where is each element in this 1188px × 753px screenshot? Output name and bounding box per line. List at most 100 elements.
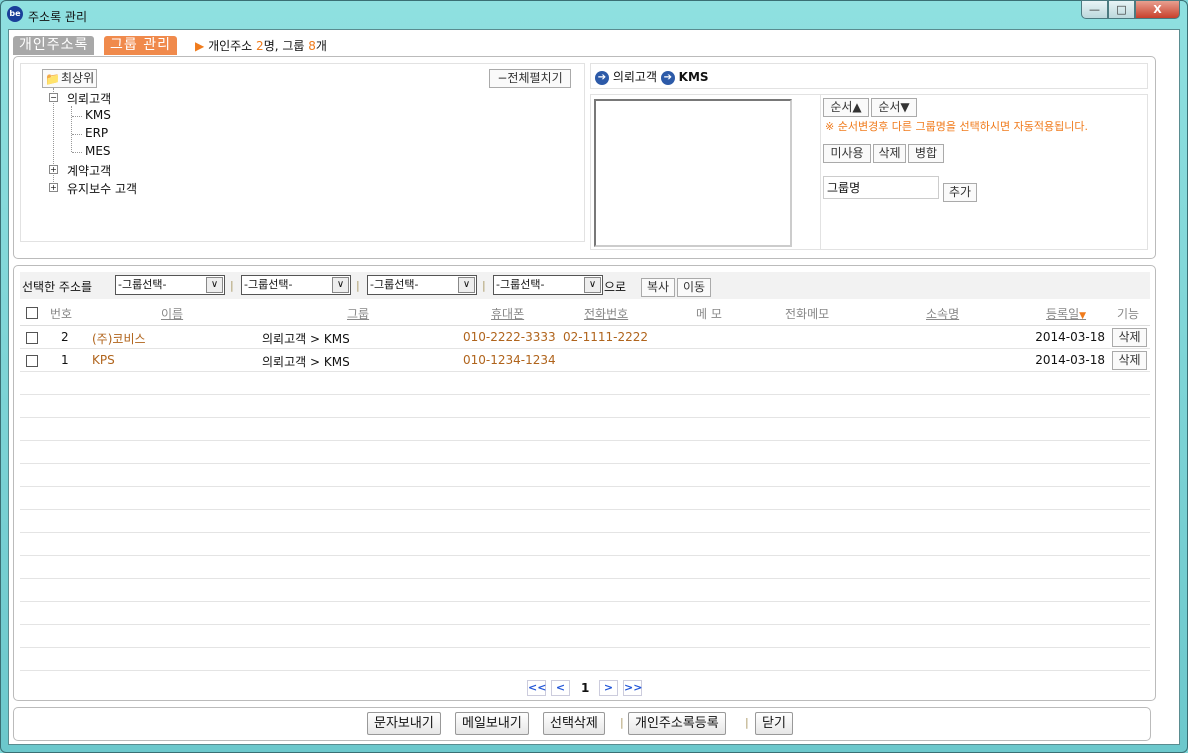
table-row[interactable]: 1 KPS 의뢰고객 > KMS 010-1234-1234 2014-03-1… [20,349,1150,372]
empty-row [20,487,1150,510]
collapse-icon[interactable]: − [49,93,58,102]
separator: | [482,279,486,292]
row-delete-button[interactable]: 삭제 [1112,328,1147,347]
separator: | [745,716,749,729]
play-icon: ▶ [195,39,205,53]
row-date: 2014-03-18 [1035,330,1105,344]
row-group: 의뢰고객 > KMS [262,332,350,346]
row-date: 2014-03-18 [1035,353,1105,367]
tree-node-uiroe[interactable]: 의뢰고객 [67,90,111,107]
tree-line [71,106,72,152]
order-down-button[interactable]: 순서▼ [871,98,917,117]
tree-node-mes[interactable]: MES [85,144,111,158]
group-select-1[interactable]: -그룹선택- ∨ [115,275,225,295]
row-mobile: 010-1234-1234 [463,353,556,367]
empty-row [20,441,1150,464]
subgroup-listbox[interactable] [594,99,792,247]
group-name-input[interactable]: 그룹명 [823,176,939,199]
separator: | [620,716,624,729]
window-title: 주소록 관리 [28,10,88,24]
row-name[interactable]: KPS [92,353,115,367]
empty-row [20,533,1150,556]
select-all-checkbox[interactable] [26,307,38,319]
folder-up-icon: 📁 [45,72,60,86]
breadcrumb: ➔ 의뢰고객 ➔ KMS [590,63,1148,89]
col-phone-memo: 전화메모 [785,307,830,321]
col-name[interactable]: 이름 [161,305,183,322]
send-mail-button[interactable]: 메일보내기 [455,712,529,735]
current-page: 1 [581,681,590,695]
merge-button[interactable]: 병합 [908,144,944,163]
row-checkbox[interactable] [26,355,38,367]
col-mobile[interactable]: 휴대폰 [491,305,524,322]
arrow-right-icon: ➔ [660,70,675,85]
empty-row [20,602,1150,625]
col-no: 번호 [50,307,73,321]
expand-icon[interactable]: + [49,165,58,174]
col-group[interactable]: 그룹 [347,305,369,322]
table-row[interactable]: 2 (주)코비스 의뢰고객 > KMS 010-2222-3333 02-111… [20,326,1150,349]
last-page-button[interactable]: >> [623,680,642,696]
tree-node-erp[interactable]: ERP [85,126,108,140]
empty-row [20,395,1150,418]
separator: | [356,279,360,292]
tree-line [72,152,82,153]
toolbar-label: 선택한 주소를 [22,280,93,294]
tab-personal-addressbook[interactable]: 개인주소록 [13,36,95,55]
minimize-button[interactable]: — [1081,0,1108,19]
row-phone: 02-1111-2222 [563,330,649,344]
group-select-4[interactable]: -그룹선택- ∨ [493,275,603,295]
add-group-button[interactable]: 추가 [943,183,977,202]
delete-selected-button[interactable]: 선택삭제 [543,712,605,735]
order-up-button[interactable]: 순서▲ [823,98,869,117]
tree-node-kms[interactable]: KMS [85,108,111,122]
tab-group-management[interactable]: 그룹 관리 [104,36,177,55]
app-icon: be [7,6,23,22]
move-button[interactable]: 이동 [677,278,711,297]
tree-node-maintenance[interactable]: 유지보수 고객 [67,180,137,197]
col-date[interactable]: 등록일▼ [1046,305,1086,322]
order-notice: ※ 순서변경후 다른 그룹명을 선택하시면 자동적용됩니다. [825,120,1088,133]
row-checkbox[interactable] [26,332,38,344]
first-page-button[interactable]: << [527,680,546,696]
row-group: 의뢰고객 > KMS [262,355,350,369]
col-company[interactable]: 소속명 [926,305,959,322]
register-address-button[interactable]: 개인주소록등록 [628,712,726,735]
chevron-down-icon: ∨ [458,277,475,293]
empty-row [20,372,1150,395]
tree-line [72,134,82,135]
empty-row [20,648,1150,671]
prev-page-button[interactable]: < [551,680,570,696]
row-no: 1 [61,353,69,367]
empty-row [20,418,1150,441]
row-name[interactable]: (주)코비스 [92,330,146,347]
group-select-3[interactable]: -그룹선택- ∨ [367,275,477,295]
close-button[interactable]: 닫기 [755,712,793,735]
col-phone[interactable]: 전화번호 [584,305,628,322]
tree-line [72,116,82,117]
window-controls: — □ X [1081,0,1180,19]
expand-all-button[interactable]: −전체펼치기 [489,69,571,88]
group-select-2[interactable]: -그룹선택- ∨ [241,275,351,295]
delete-group-button[interactable]: 삭제 [873,144,906,163]
next-page-button[interactable]: > [599,680,618,696]
toolbar-suffix: 으로 [604,280,627,294]
empty-row [20,625,1150,648]
row-no: 2 [61,330,69,344]
chevron-down-icon: ∨ [584,277,601,293]
root-button[interactable]: 📁 최상위 [42,69,98,88]
col-action: 기능 [1117,307,1140,321]
empty-row [20,464,1150,487]
row-delete-button[interactable]: 삭제 [1112,351,1147,370]
copy-button[interactable]: 복사 [641,278,675,297]
close-window-button[interactable]: X [1135,0,1180,19]
maximize-button[interactable]: □ [1108,0,1135,19]
send-sms-button[interactable]: 문자보내기 [367,712,441,735]
chevron-down-icon: ∨ [332,277,349,293]
col-memo: 메 모 [696,307,722,321]
empty-row [20,556,1150,579]
expand-icon[interactable]: + [49,183,58,192]
unused-button[interactable]: 미사용 [823,144,871,163]
empty-row [20,510,1150,533]
tree-node-contract[interactable]: 계약고객 [67,162,111,179]
